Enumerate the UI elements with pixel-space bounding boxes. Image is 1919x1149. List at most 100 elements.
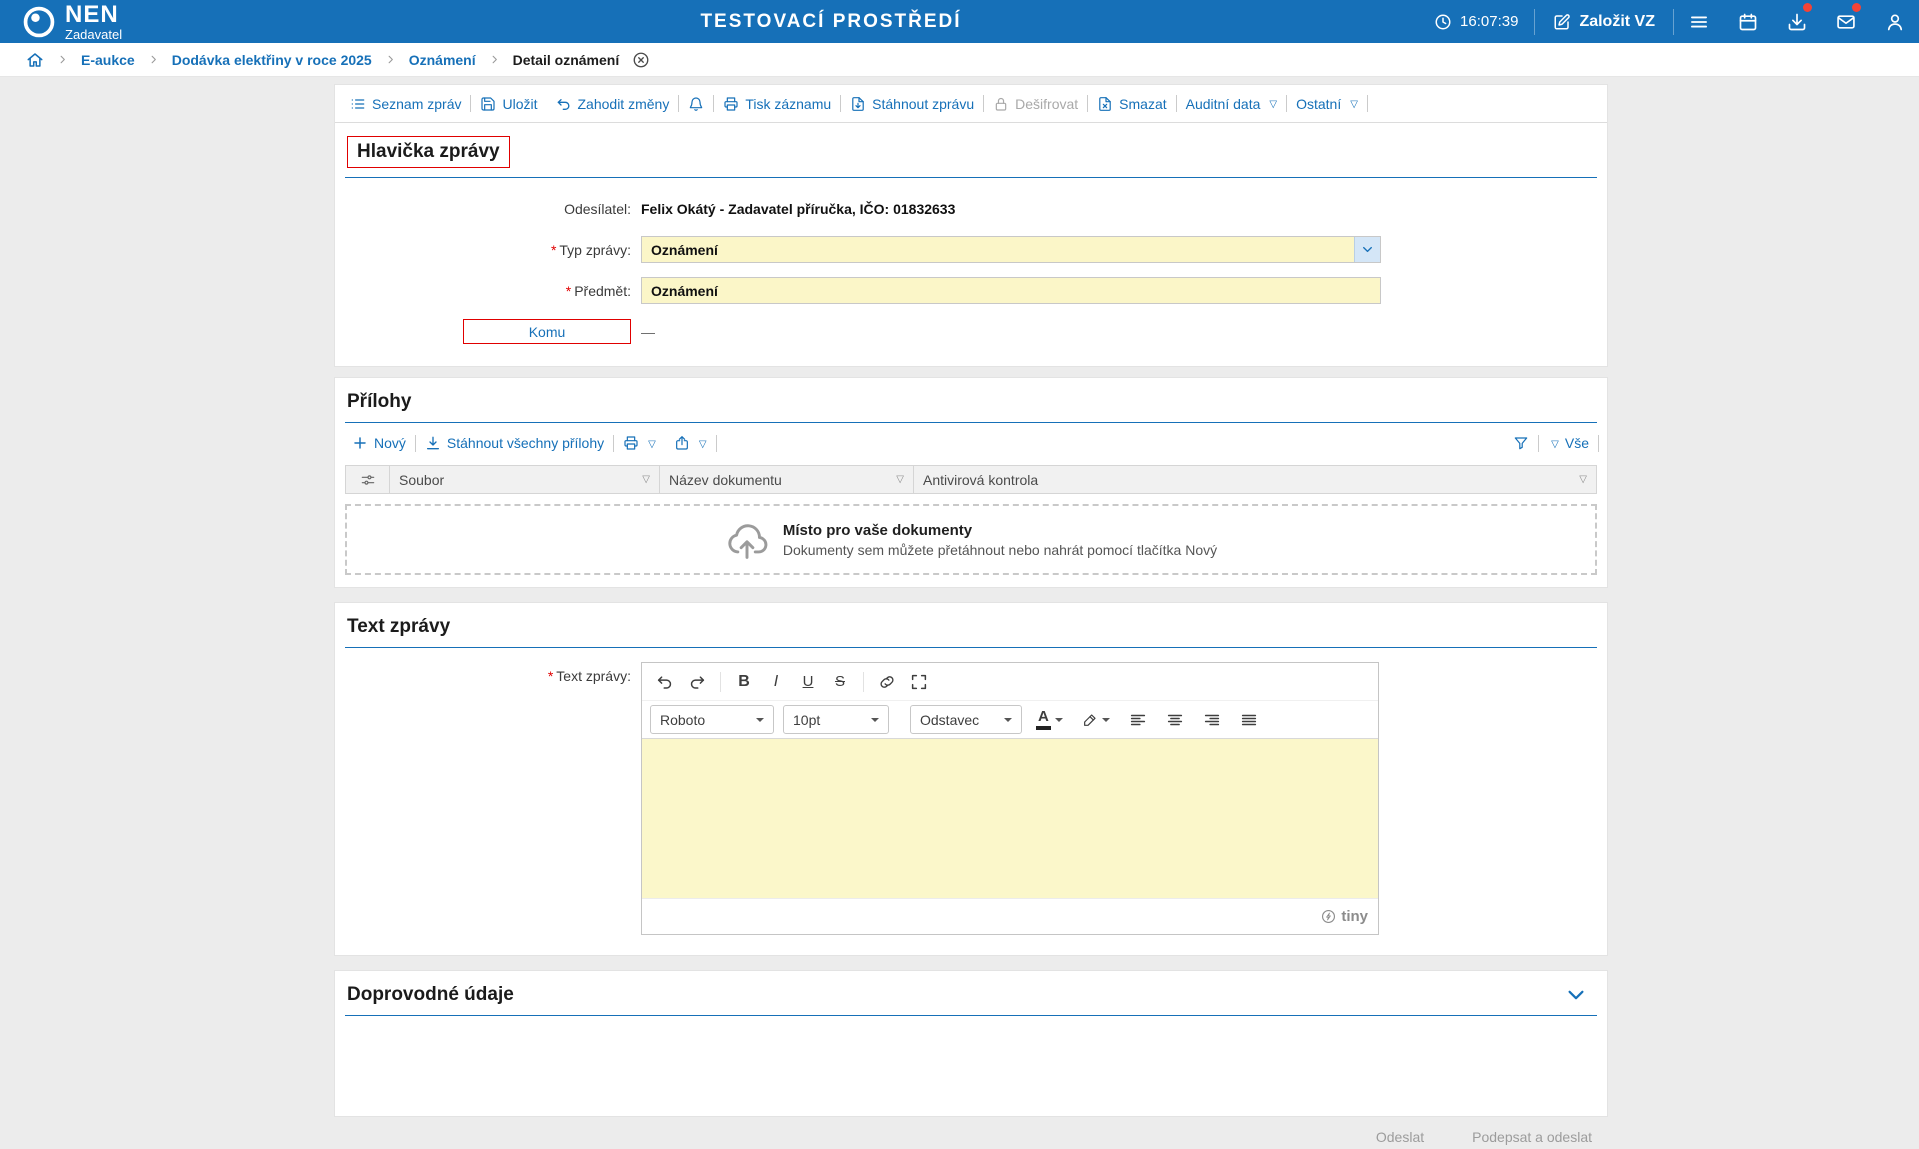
messages-button[interactable]	[1821, 0, 1870, 43]
dropzone-subtitle: Dokumenty sem můžete přetáhnout nebo nah…	[783, 542, 1217, 558]
print-record-button[interactable]: Tisk záznamu	[714, 96, 840, 112]
align-right-button[interactable]	[1198, 705, 1226, 735]
environment-title: TESTOVACÍ PROSTŘEDÍ	[700, 11, 961, 33]
editor-toolbar-row1: B I U S	[642, 663, 1378, 700]
file-dropzone[interactable]: Místo pro vaše dokumenty Dokumenty sem m…	[345, 504, 1597, 575]
recipients-row: Komu —	[335, 311, 1607, 352]
dropzone-title: Místo pro vaše dokumenty	[783, 522, 1217, 539]
breadcrumb-item-eaukce[interactable]: E-aukce	[81, 52, 135, 68]
underline-button[interactable]: U	[793, 667, 823, 697]
font-size-select[interactable]: 10pt	[783, 705, 889, 734]
filter-dropdown-icon[interactable]: ▽	[1579, 474, 1587, 485]
column-settings-button[interactable]	[346, 466, 390, 493]
strikethrough-button[interactable]: S	[825, 667, 855, 697]
home-icon	[26, 51, 44, 69]
required-marker: *	[566, 283, 571, 299]
breadcrumb: E-aukce Dodávka elektřiny v roce 2025 Oz…	[0, 43, 1919, 77]
chevron-right-icon	[489, 54, 500, 65]
footer-actions: Odeslat Podepsat a odeslat	[334, 1129, 1608, 1145]
message-text-label: *Text zprávy:	[335, 662, 631, 684]
notification-badge	[1803, 3, 1812, 12]
filter-dropdown-icon[interactable]: ▽	[896, 474, 904, 485]
fullscreen-icon	[910, 673, 928, 691]
editor-statusbar: tiny	[642, 898, 1378, 934]
align-left-button[interactable]	[1124, 705, 1152, 735]
nen-logo[interactable]: NEN Zadavatel	[22, 0, 122, 43]
filter-button[interactable]	[1504, 435, 1538, 451]
required-marker: *	[548, 668, 553, 684]
align-left-icon	[1129, 711, 1147, 729]
message-list-button[interactable]: Seznam zpráv	[341, 96, 470, 112]
accompanying-data-card: Doprovodné údaje	[334, 970, 1608, 1117]
discard-changes-button[interactable]: Zahodit změny	[547, 96, 679, 112]
chevron-right-icon	[148, 54, 159, 65]
new-attachment-button[interactable]: Nový	[343, 435, 415, 451]
filter-dropdown-icon[interactable]: ▽	[642, 474, 650, 485]
download-icon	[425, 435, 441, 451]
align-center-button[interactable]	[1161, 705, 1189, 735]
tiny-logo-icon	[1321, 909, 1336, 924]
record-toolbar: Seznam zpráv Uložit Zahodit změny Tisk z…	[335, 85, 1607, 123]
breadcrumb-item-oznameni[interactable]: Oznámení	[409, 52, 476, 68]
close-detail-button[interactable]	[632, 51, 650, 69]
sign-and-send-button[interactable]: Podepsat a odeslat	[1472, 1129, 1592, 1145]
undo-icon	[656, 673, 674, 691]
message-type-select[interactable]: Oznámení	[641, 236, 1381, 263]
block-format-select[interactable]: Odstavec	[910, 705, 1022, 734]
fullscreen-button[interactable]	[904, 667, 934, 697]
bold-button[interactable]: B	[729, 667, 759, 697]
save-button[interactable]: Uložit	[471, 96, 546, 112]
chevron-down-icon: ▽	[1551, 439, 1559, 450]
other-button[interactable]: Ostatní ▽	[1287, 96, 1367, 112]
message-type-row: *Typ zprávy: Oznámení	[335, 229, 1607, 270]
editor-content-area[interactable]	[642, 738, 1378, 898]
separator	[716, 435, 717, 452]
print-attachments-button[interactable]: ▽	[614, 435, 665, 451]
save-icon	[480, 96, 496, 112]
separator	[1367, 95, 1368, 112]
separator	[1598, 435, 1599, 452]
font-color-icon: A	[1036, 709, 1051, 730]
section-title-prilohy: Přílohy	[347, 391, 411, 413]
home-button[interactable]	[26, 51, 44, 69]
redo-button[interactable]	[682, 667, 712, 697]
chevron-down-icon: ▽	[699, 439, 707, 450]
collapse-chevron-icon[interactable]	[1565, 984, 1587, 1006]
notifications-button[interactable]	[679, 96, 713, 112]
text-color-button[interactable]: A	[1031, 705, 1068, 735]
funnel-icon	[1513, 435, 1529, 451]
tiny-brand: tiny	[1341, 908, 1368, 925]
printer-icon	[723, 96, 739, 112]
menu-button[interactable]	[1674, 0, 1723, 43]
link-button[interactable]	[872, 667, 902, 697]
delete-button[interactable]: Smazat	[1088, 96, 1175, 112]
align-justify-button[interactable]	[1235, 705, 1263, 735]
clock-icon	[1434, 13, 1452, 31]
dropdown-open-button[interactable]	[1354, 237, 1380, 262]
message-text-card: Text zprávy *Text zprávy: B I U	[334, 602, 1608, 956]
downloads-button[interactable]	[1772, 0, 1821, 43]
view-all-button[interactable]: ▽ Vše	[1539, 435, 1598, 451]
undo-button[interactable]	[650, 667, 680, 697]
profile-button[interactable]	[1870, 0, 1919, 43]
italic-button[interactable]: I	[761, 667, 791, 697]
calendar-button[interactable]	[1723, 0, 1772, 43]
create-vz-button[interactable]: Založit VZ	[1535, 13, 1673, 31]
download-message-button[interactable]: Stáhnout zprávu	[841, 96, 983, 112]
font-family-select[interactable]: Roboto	[650, 705, 774, 734]
column-header-nazev-dokumentu[interactable]: Název dokumentu ▽	[660, 466, 914, 493]
download-all-attachments-button[interactable]: Stáhnout všechny přílohy	[416, 435, 613, 451]
chevron-down-icon: ▽	[648, 439, 656, 450]
highlight-color-button[interactable]	[1077, 705, 1115, 735]
column-header-soubor[interactable]: Soubor ▽	[390, 466, 660, 493]
breadcrumb-item-zakazka[interactable]: Dodávka elektřiny v roce 2025	[172, 52, 372, 68]
link-icon	[878, 673, 896, 691]
to-button[interactable]: Komu	[463, 319, 631, 344]
audit-data-button[interactable]: Auditní data ▽	[1177, 96, 1286, 112]
export-attachments-button[interactable]: ▽	[665, 435, 716, 451]
decrypt-button: Dešifrovat	[984, 96, 1087, 112]
send-button[interactable]: Odeslat	[1376, 1129, 1424, 1145]
subject-input[interactable]: Oznámení	[641, 277, 1381, 304]
edit-icon	[1553, 13, 1571, 31]
column-header-antivirova-kontrola[interactable]: Antivirová kontrola ▽	[914, 466, 1596, 493]
